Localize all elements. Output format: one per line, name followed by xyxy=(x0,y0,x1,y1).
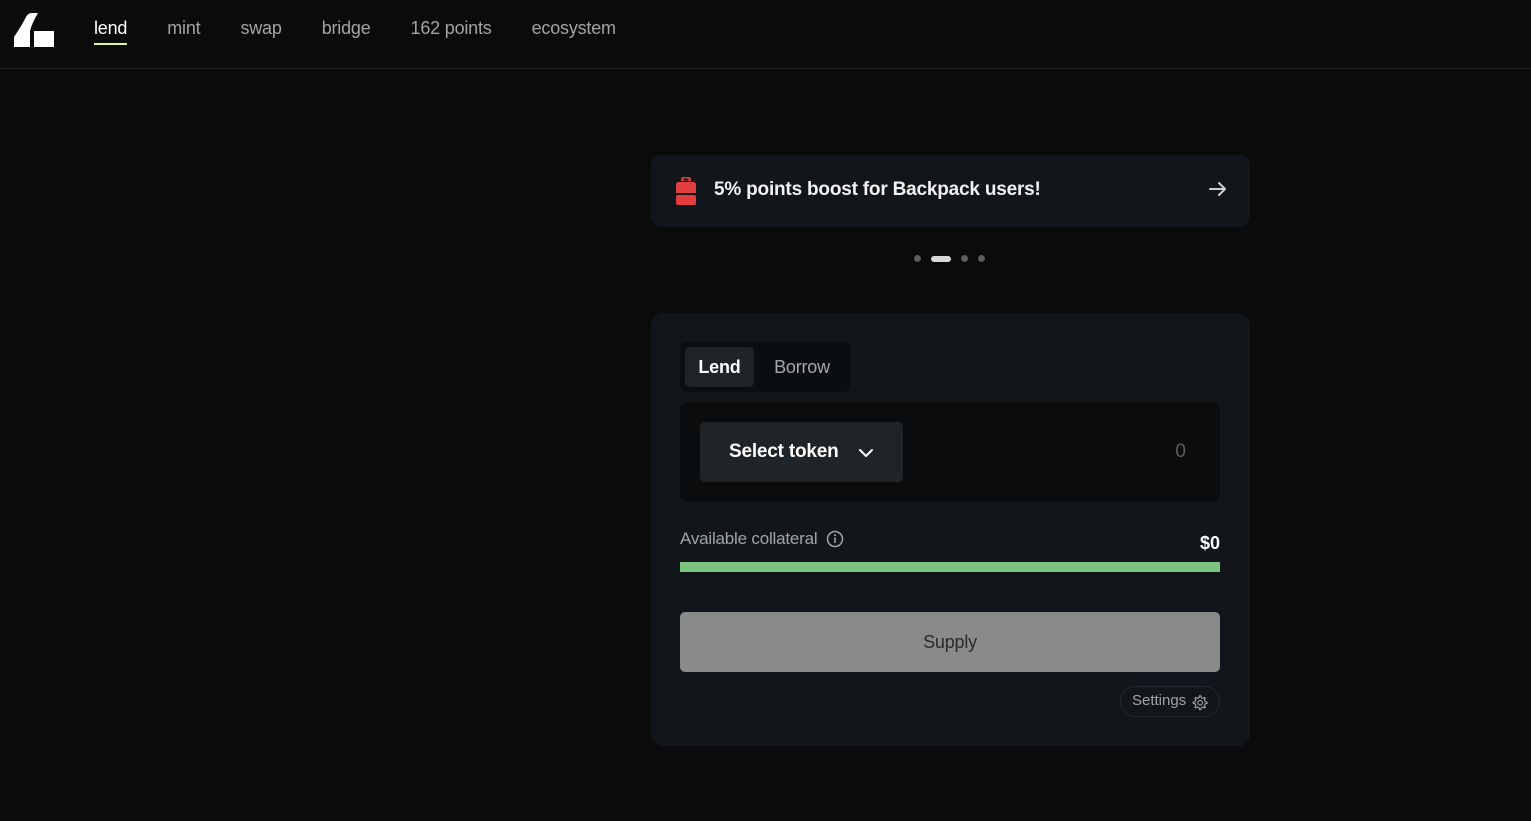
collateral-progress-bar xyxy=(680,562,1220,572)
main-nav: lend mint swap bridge 162 points ecosyst… xyxy=(94,16,656,45)
nav-item-lend[interactable]: lend xyxy=(94,16,128,45)
backpack-icon xyxy=(676,177,696,205)
app-logo-icon[interactable] xyxy=(14,13,54,47)
carousel-dots xyxy=(914,255,995,262)
arrow-right-icon[interactable] xyxy=(1208,179,1228,199)
carousel-dot-1[interactable] xyxy=(914,255,921,262)
settings-label: Settings xyxy=(1132,692,1187,709)
nav-item-swap[interactable]: swap xyxy=(240,16,281,40)
nav-item-ecosystem[interactable]: ecosystem xyxy=(532,16,616,40)
chevron-down-icon xyxy=(859,449,873,457)
supply-button[interactable]: Supply xyxy=(680,612,1220,672)
app-page: lend mint swap bridge 162 points ecosyst… xyxy=(0,0,1531,821)
select-token-button[interactable]: Select token xyxy=(700,422,903,482)
collateral-progress-fill xyxy=(680,562,1220,572)
amount-input[interactable] xyxy=(986,434,1186,470)
nav-item-mint[interactable]: mint xyxy=(167,16,200,40)
lend-card: Lend Borrow Select token Available colla… xyxy=(651,313,1250,746)
nav-item-bridge[interactable]: bridge xyxy=(322,16,371,40)
carousel-dot-2[interactable] xyxy=(931,255,951,262)
gear-icon xyxy=(1192,695,1208,711)
token-input-panel: Select token xyxy=(680,402,1220,502)
select-token-label: Select token xyxy=(729,441,839,462)
settings-button[interactable]: Settings xyxy=(1120,686,1220,717)
banner-text: 5% points boost for Backpack users! xyxy=(714,179,1041,200)
nav-item-points[interactable]: 162 points xyxy=(411,16,492,40)
carousel-dot-3[interactable] xyxy=(961,255,968,262)
top-navigation-bar: lend mint swap bridge 162 points ecosyst… xyxy=(0,0,1531,69)
promo-banner[interactable]: 5% points boost for Backpack users! xyxy=(651,155,1250,227)
tab-lend[interactable]: Lend xyxy=(685,347,754,387)
available-collateral-label: Available collateral xyxy=(680,529,818,548)
lend-borrow-tabs: Lend Borrow xyxy=(680,342,850,392)
info-icon[interactable] xyxy=(826,530,844,548)
carousel-dot-4[interactable] xyxy=(978,255,985,262)
tab-borrow[interactable]: Borrow xyxy=(760,347,844,387)
available-collateral-value: $0 xyxy=(1199,533,1220,553)
